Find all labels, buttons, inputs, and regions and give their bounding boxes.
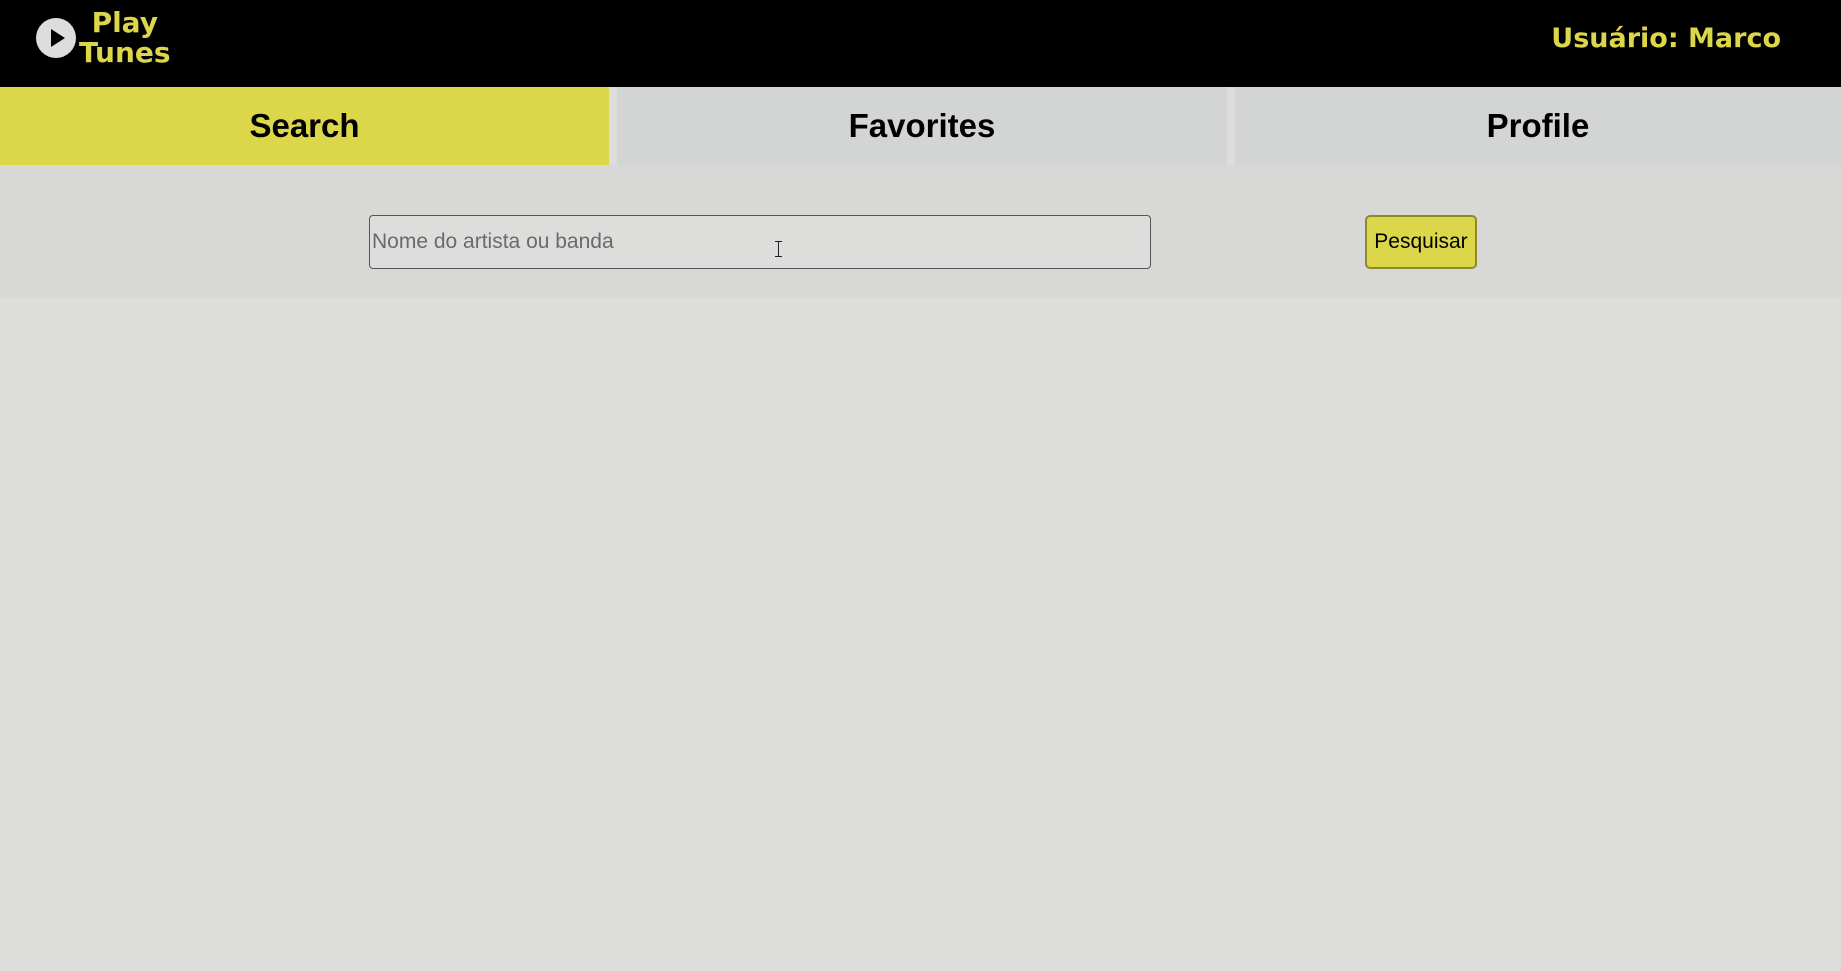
search-input[interactable] [369, 215, 1151, 269]
logo-line-1: Play [91, 6, 158, 39]
tab-search[interactable]: Search [0, 87, 609, 165]
play-circle-icon [36, 18, 76, 58]
tab-favorites[interactable]: Favorites [617, 87, 1227, 165]
text-cursor-icon [775, 241, 783, 257]
logo-line-2: Tunes [79, 36, 171, 69]
app-header: Play Tunes Usuário: Marco [0, 0, 1841, 87]
app-logo[interactable]: Play Tunes [36, 6, 171, 70]
nav-tabs: Search Favorites Profile [0, 87, 1841, 165]
search-form: Pesquisar [0, 165, 1841, 298]
logo-text: Play Tunes [79, 8, 171, 68]
tab-profile[interactable]: Profile [1235, 87, 1841, 165]
results-area [0, 298, 1841, 971]
search-button[interactable]: Pesquisar [1365, 215, 1477, 269]
user-label: Usuário: Marco [1551, 23, 1781, 54]
